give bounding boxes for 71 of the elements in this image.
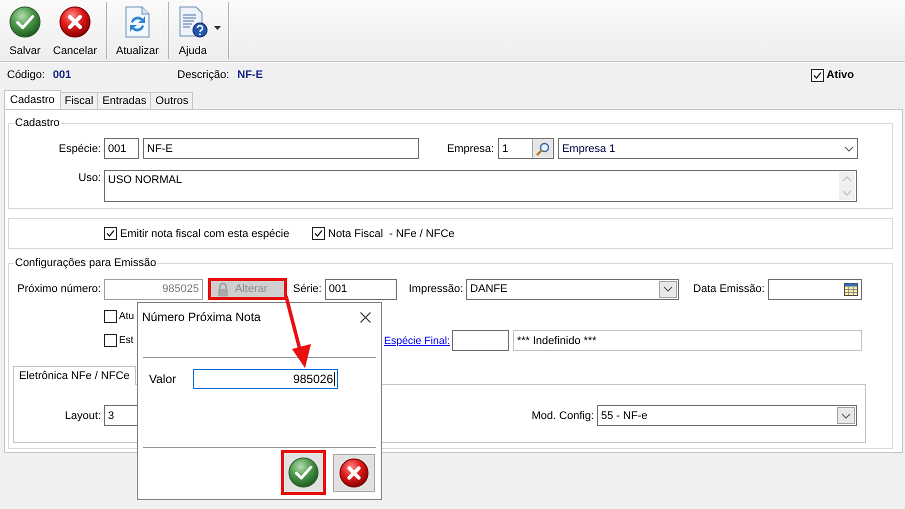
checkmark-icon (314, 229, 323, 238)
cancel-button[interactable]: Cancelar (47, 0, 104, 61)
refresh-button[interactable]: Atualizar (110, 0, 165, 61)
save-button[interactable]: Salvar (3, 0, 47, 61)
date-field[interactable] (768, 278, 862, 300)
help-button[interactable]: Ajuda (172, 0, 214, 61)
search-icon (536, 142, 550, 156)
chevron-down-icon (663, 286, 674, 292)
field-label: Próximo número: (16, 283, 101, 295)
group-title: Cadastro (14, 117, 61, 129)
next-number-field[interactable]: 985025 (104, 278, 203, 300)
layout-field[interactable]: 3 (104, 405, 137, 426)
checkbox-label: Nota Fiscal - NFe / NFCe (328, 228, 455, 240)
checkmark-icon (106, 229, 115, 238)
group-title: Configurações para Emissão (14, 257, 158, 269)
field-label: Valor (149, 372, 176, 386)
code-value: 001 (52, 69, 72, 81)
document-refresh-icon (123, 6, 152, 38)
value-field[interactable]: 985026 (193, 369, 338, 389)
chevron-down-icon (842, 190, 852, 196)
calendar-icon (844, 282, 858, 296)
final-species-code-field[interactable] (452, 330, 509, 351)
field-label: Mod. Config: (532, 410, 594, 422)
checkbox[interactable] (810, 68, 824, 82)
tab[interactable]: Cadastro (4, 90, 61, 109)
company-select[interactable]: Empresa 1 (558, 138, 858, 159)
code-label: Código: (7, 69, 45, 81)
check-icon (288, 457, 319, 488)
description-label: Descrição: (177, 69, 230, 81)
lock-icon (217, 282, 229, 296)
field-label: Espécie: (58, 142, 101, 154)
chevron-down-icon (844, 146, 854, 152)
dropdown-caret-icon[interactable] (214, 26, 221, 30)
series-field[interactable]: 001 (324, 278, 397, 300)
chevron-up-icon (842, 176, 852, 182)
close-icon[interactable] (360, 312, 371, 322)
field-label: Empresa: (447, 142, 494, 154)
dialog-title: Número Próxima Nota (142, 310, 261, 324)
description-value: NF-E (237, 69, 263, 81)
field-label: Impressão: (408, 283, 464, 295)
final-species-link[interactable]: Espécie Final: (384, 334, 450, 346)
company-code-field[interactable]: 1 (498, 138, 554, 159)
field-label: Layout: (64, 410, 101, 422)
checkbox[interactable] (104, 310, 117, 323)
confirm-button[interactable] (281, 450, 326, 495)
final-species-name-field[interactable]: *** Indefinido *** (512, 330, 862, 351)
field-label: Data Emissão: (693, 283, 765, 295)
field-label: Uso: (77, 171, 101, 184)
field-label: Série: (293, 283, 322, 295)
chevron-down-icon (841, 412, 851, 418)
checkbox[interactable] (104, 227, 117, 240)
tab[interactable]: Outros (150, 92, 194, 109)
x-icon (59, 6, 92, 38)
checkbox-label: Atu (119, 311, 134, 322)
tab[interactable]: Eletrônica NFe / NFCe (13, 366, 136, 385)
species-name-field[interactable]: NF-E (143, 138, 419, 159)
cancel-button[interactable] (333, 454, 375, 492)
config-model-select[interactable]: 55 - NF-e (597, 405, 857, 426)
print-select[interactable]: DANFE (466, 278, 680, 300)
checkmark-icon (812, 70, 822, 80)
usage-textarea[interactable]: USO NORMAL (104, 170, 857, 202)
document-help-icon (178, 6, 208, 38)
check-icon (9, 6, 41, 38)
checkbox[interactable] (312, 227, 325, 240)
x-icon (339, 458, 369, 488)
checkbox-label: Est (119, 335, 134, 346)
checkbox-label: Emitir nota fiscal com esta espécie (120, 228, 290, 240)
search-button[interactable] (532, 139, 554, 158)
checkbox[interactable] (104, 334, 117, 347)
species-code-field[interactable]: 001 (104, 138, 139, 159)
active-label: Ativo (826, 69, 854, 81)
